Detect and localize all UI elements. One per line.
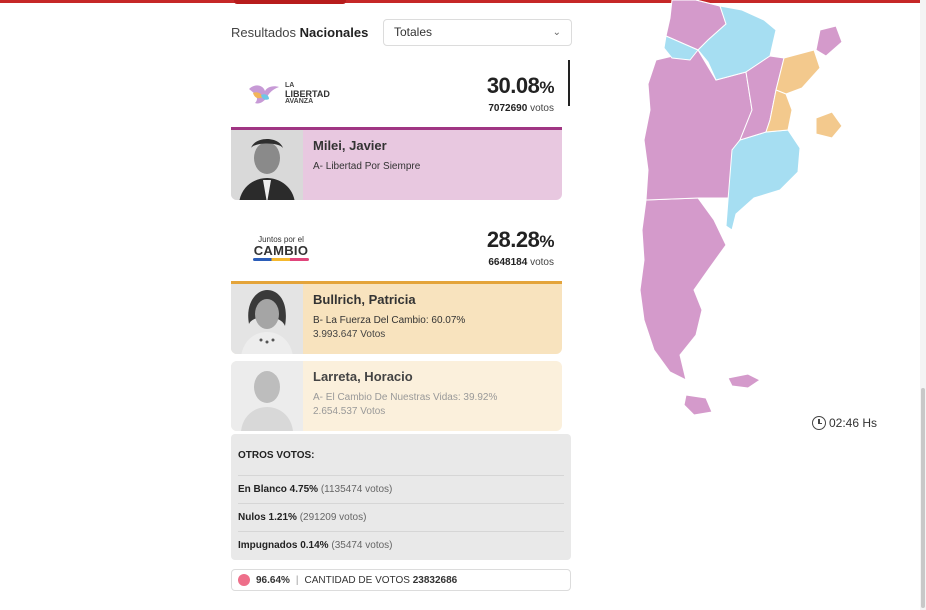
party-result: 28.28% 6648184 votos [486,227,555,268]
map-region-islands[interactable] [727,373,761,389]
candidate-photo [231,361,303,431]
candidate-votes: 2.654.537 Votos [313,406,386,417]
status-dot-icon [238,574,250,586]
votes-label: votos [530,103,554,114]
scrutiny-progress: 96.64% [256,574,290,586]
party-percent: 30.08 [486,73,540,98]
active-tab-indicator [234,0,346,4]
party-card-jxc[interactable]: Juntos por el CAMBIO 28.28% 6648184 voto… [231,214,562,431]
other-votes-row: Nulos 1.21% (291209 votos) [238,503,564,531]
lla-logo-line3: AVANZA [285,97,314,105]
party-votes-number: 6648184 [488,257,528,268]
lla-logo-line2: LIBERTAD [285,88,330,99]
other-votes-row: Impugnados 0.14% (35474 votos) [238,531,564,559]
party-result: 30.08% 7072690 votos [486,73,555,114]
other-votes-detail: (291209 votos) [299,512,367,523]
results-panel-header: Resultados Nacionales Totales ⌄ [231,14,572,50]
candidate-list: A- El Cambio De Nuestras Vidas: 39.92% [313,392,498,403]
map-region-east-jxc[interactable] [815,111,843,139]
other-votes-label: En Blanco 4.75% [238,484,319,495]
percent-sign: % [539,78,554,97]
candidate-card-larreta[interactable]: Larreta, Horacio A- El Cambio De Nuestra… [231,361,562,431]
total-votes-label: CANTIDAD DE VOTOS [304,574,410,586]
page-scrollbar[interactable] [920,0,926,610]
jxc-logo-bar [253,258,309,261]
separator: | [295,574,299,586]
filter-selected-value: Totales [394,25,433,39]
party-list[interactable]: LA LIBERTAD AVANZA 30.08% 7072690 votos [231,60,572,432]
candidate-name: Bullrich, Patricia [313,292,416,307]
candidate-list: B- La Fuerza Del Cambio: 60.07% [313,315,466,326]
percent-sign: % [539,232,554,251]
candidate-card-bullrich[interactable]: Bullrich, Patricia B- La Fuerza Del Camb… [231,281,562,354]
candidate-card-milei[interactable]: Milei, Javier A- Libertad Por Siempre [231,127,562,200]
jxc-logo: Juntos por el CAMBIO [253,234,309,261]
party-card-lla[interactable]: LA LIBERTAD AVANZA 30.08% 7072690 votos [231,60,562,200]
other-votes-detail: (1135474 votos) [320,484,393,495]
lla-logo: LA LIBERTAD AVANZA [247,81,330,107]
title-bold: Nacionales [299,24,369,40]
votes-label: votos [530,257,554,268]
update-time-value: 02:46 Hs [829,416,878,430]
map-region-misiones[interactable] [815,25,843,57]
candidate-name: Larreta, Horacio [313,369,413,384]
clock-icon [812,416,826,430]
other-votes-title: OTROS VOTOS: [238,450,315,461]
other-votes-box: OTROS VOTOS: En Blanco 4.75% (1135474 vo… [231,434,571,560]
map-region-south[interactable] [639,197,727,381]
total-votes-value: 23832686 [412,574,458,586]
candidate-photo [231,130,303,200]
title-prefix: Resultados [231,24,297,40]
bird-logo-icon [249,84,279,104]
other-votes-row: En Blanco 4.75% (1135474 votos) [238,475,564,503]
candidate-votes: 3.993.647 Votos [313,329,386,340]
jxc-logo-line2: CAMBIO [253,243,309,258]
count-status-bar: 96.64% | CANTIDAD DE VOTOS 23832686 [231,569,571,591]
candidate-list: A- Libertad Por Siempre [313,161,421,172]
list-scrollbar[interactable] [568,60,570,106]
update-time: 02:46 Hs [812,416,877,430]
party-votes-number: 7072690 [488,103,528,114]
chevron-down-icon: ⌄ [552,26,561,38]
argentina-map[interactable] [636,0,851,420]
party-percent: 28.28 [486,227,540,252]
other-votes-label: Nulos 1.21% [238,512,297,523]
other-votes-label: Impugnados 0.14% [238,540,329,551]
other-votes-detail: (35474 votos) [331,540,393,551]
candidate-photo [231,284,303,354]
map-region-tierra-del-fuego[interactable] [683,394,713,416]
panel-title: Resultados Nacionales [231,25,368,40]
map-region-northeast-jxc[interactable] [775,49,821,95]
filter-select[interactable]: Totales ⌄ [383,18,572,46]
candidate-name: Milei, Javier [313,138,387,153]
map-region-buenos-aires[interactable] [725,129,801,231]
page-scrollbar-thumb[interactable] [921,388,925,608]
